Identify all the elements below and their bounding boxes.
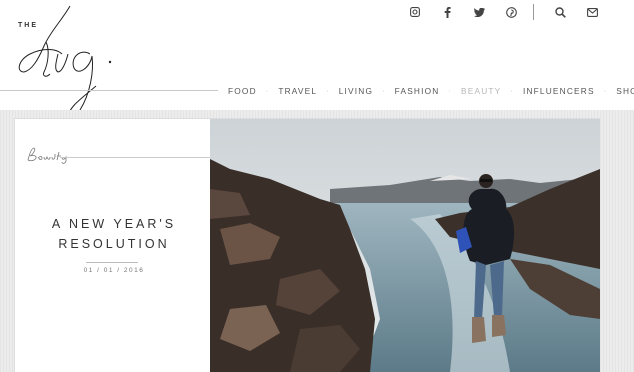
pinterest-icon[interactable] <box>505 6 517 18</box>
post-title[interactable]: A NEW YEAR'S RESOLUTION <box>44 214 184 254</box>
social-bar <box>399 4 608 20</box>
facebook-icon[interactable] <box>441 6 453 18</box>
hero-photo-illustration <box>210 119 600 372</box>
nav-item-travel[interactable]: TRAVEL <box>278 86 317 96</box>
nav-item-shop[interactable]: SHOP <box>616 86 634 96</box>
category-script <box>27 147 67 164</box>
nav-item-influencers[interactable]: INFLUENCERS <box>523 86 595 96</box>
nav-separator: · <box>326 87 330 95</box>
nav-separator: · <box>265 87 270 95</box>
post-title-rule <box>86 262 138 263</box>
post-title-line1: A NEW YEAR'S <box>51 217 177 231</box>
site-header: THE FOOD · TRAVEL · LIVING · FASHION · B <box>0 0 634 122</box>
nav-item-living[interactable]: LIVING <box>339 86 373 96</box>
twitter-icon[interactable] <box>473 6 485 18</box>
nav-separator: · <box>510 87 514 95</box>
nav-item-food[interactable]: FOOD <box>228 86 257 96</box>
post-title-line2: RESOLUTION <box>58 237 170 251</box>
nav-rule <box>0 90 218 91</box>
logo-prefix: THE <box>18 22 38 29</box>
instagram-icon[interactable] <box>409 6 421 18</box>
nav-item-fashion[interactable]: FASHION <box>395 86 440 96</box>
post-date: 01 / 01 / 2016 <box>83 267 145 274</box>
category-rule <box>60 157 212 158</box>
social-divider <box>533 4 534 20</box>
main-nav: FOOD · TRAVEL · LIVING · FASHION · BEAUT… <box>228 86 634 96</box>
mail-icon[interactable] <box>586 6 598 18</box>
nav-separator: · <box>382 87 386 95</box>
nav-separator: · <box>603 87 608 95</box>
post-hero-image[interactable] <box>210 119 600 372</box>
nav-separator: · <box>448 87 453 95</box>
search-icon[interactable] <box>554 6 566 18</box>
nav-item-beauty[interactable]: BEAUTY <box>461 86 501 96</box>
category-label[interactable] <box>24 144 74 166</box>
